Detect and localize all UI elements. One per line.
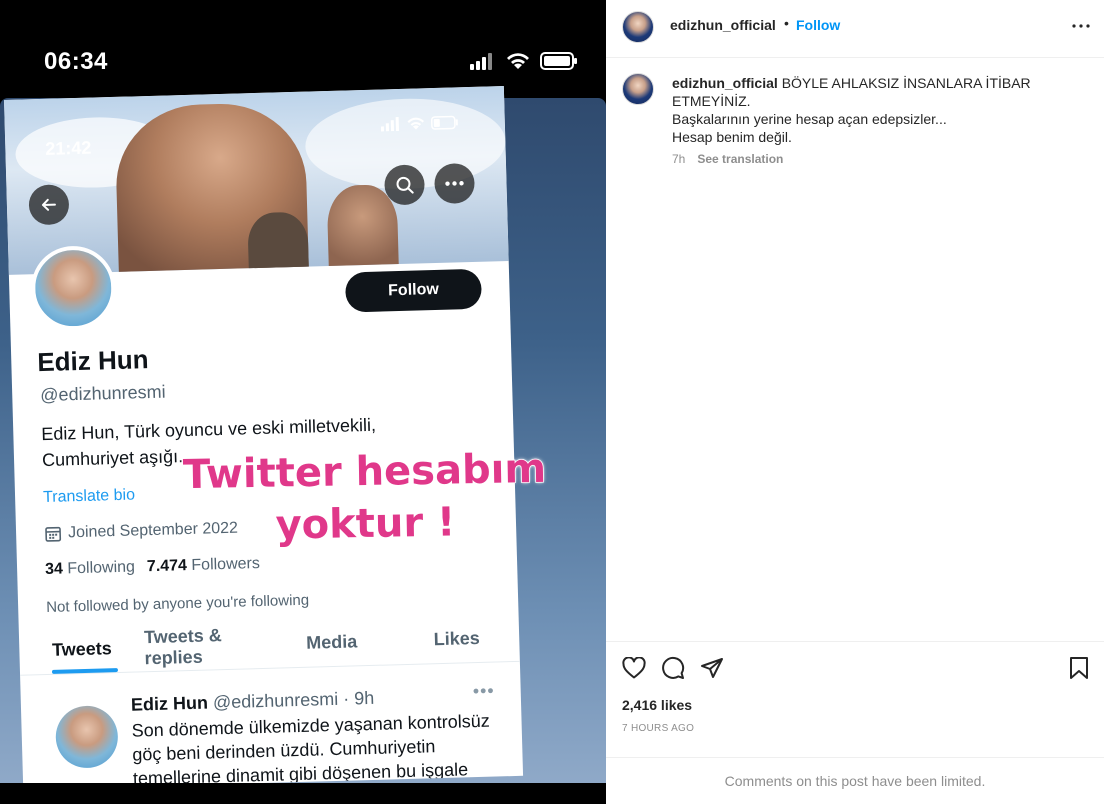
tw-search-button[interactable]	[383, 164, 426, 206]
follow-button[interactable]: Follow	[796, 17, 840, 33]
tw-follow-stats: 34 Following 7.474 Followers	[45, 555, 260, 579]
tw-not-followed-note: Not followed by anyone you're following	[45, 591, 310, 617]
tw-translate-bio-link[interactable]: Translate bio	[43, 486, 135, 507]
search-icon	[396, 176, 414, 194]
phone-status-bar: 06:34	[0, 0, 606, 98]
battery-icon	[540, 52, 577, 70]
caption-author-avatar[interactable]	[622, 73, 654, 105]
tw-followers-label: Followers	[191, 555, 261, 574]
back-button[interactable]	[28, 184, 70, 226]
overlay-line-2: yoktur !	[274, 499, 456, 550]
wifi-icon	[407, 117, 425, 130]
caption-meta: 7h See translation	[672, 152, 783, 166]
more-options-button[interactable]	[1068, 14, 1094, 38]
tw-tweet-meta: @edizhunresmi · 9h	[212, 687, 375, 713]
tw-followers-link[interactable]: 7.474 Followers	[147, 555, 260, 576]
story-overlay-text: Twitter hesabım yoktur !	[179, 443, 551, 553]
more-icon	[1072, 24, 1090, 28]
tw-profile-avatar	[30, 244, 117, 332]
tw-tweet-header: Ediz Hun @edizhunresmi · 9h	[131, 688, 375, 716]
bookmark-icon	[1070, 657, 1088, 679]
tw-status-time: 21:42	[45, 137, 92, 159]
signal-icon	[470, 53, 492, 70]
tab-media[interactable]: Media	[269, 617, 395, 667]
author-username[interactable]: edizhun_official	[670, 17, 776, 33]
tw-followers-count: 7.474	[146, 557, 188, 576]
comment-icon	[662, 656, 685, 679]
tab-tweets-replies[interactable]: Tweets & replies	[144, 621, 270, 671]
tw-following-count: 34	[44, 560, 64, 579]
tw-follow-button[interactable]: Follow	[344, 268, 483, 313]
tw-following-label: Following	[67, 558, 136, 578]
instagram-post-view: 06:34 21:42 Follow Ediz Hun @edizhunresm…	[0, 0, 1104, 804]
tw-tweet-avatar	[54, 705, 119, 769]
more-icon	[445, 181, 464, 186]
tw-tweet-text: Son dönemde ülkemizde yaşanan kontrolsüz…	[131, 708, 510, 790]
author-avatar[interactable]	[622, 11, 654, 43]
share-icon	[701, 658, 723, 678]
post-timestamp[interactable]: 7 HOURS AGO	[622, 723, 694, 734]
save-button[interactable]	[1064, 653, 1094, 683]
caption-username[interactable]: edizhun_official	[672, 75, 778, 91]
post-media[interactable]: 06:34 21:42 Follow Ediz Hun @edizhunresm…	[0, 0, 606, 804]
post-header: edizhun_official • Follow	[606, 0, 1104, 58]
tab-likes[interactable]: Likes	[394, 614, 520, 664]
post-sidebar: edizhun_official • Follow edizhun_offici…	[606, 0, 1104, 804]
calendar-icon	[45, 526, 62, 542]
post-caption: edizhun_official BÖYLE AHLAKSIZ İNSANLAR…	[672, 74, 1092, 146]
tw-handle: @edizhunresmi	[39, 381, 166, 406]
like-button[interactable]	[619, 653, 649, 683]
likes-count[interactable]: 2,416 likes	[622, 697, 692, 713]
share-button[interactable]	[697, 653, 727, 683]
tw-following-link[interactable]: 34 Following	[45, 559, 135, 580]
wifi-icon	[507, 53, 529, 69]
tw-more-button[interactable]	[433, 162, 476, 205]
tw-tweet[interactable]: Ediz Hun @edizhunresmi · 9h ••• Son döne…	[36, 674, 513, 790]
media-bottom-bar	[0, 783, 606, 804]
twitter-profile-screenshot: 21:42 Follow Ediz Hun @edizhunresmi Ediz…	[4, 86, 524, 790]
tw-profile-tabs: Tweets Tweets & replies Media Likes	[18, 613, 520, 676]
back-arrow-icon	[41, 198, 56, 211]
overlay-line-1: Twitter hesabım	[182, 445, 547, 499]
tw-display-name: Ediz Hun	[36, 344, 149, 378]
header-separator: •	[784, 15, 789, 31]
caption-age[interactable]: 7h	[672, 152, 685, 166]
tw-tweet-more-icon[interactable]: •••	[473, 681, 495, 703]
post-actions: 2,416 likes 7 HOURS AGO	[606, 641, 1104, 757]
caption-line-3: Hesap benim değil.	[672, 129, 792, 145]
heart-icon	[622, 657, 646, 679]
comments-limited-notice: Comments on this post have been limited.	[606, 757, 1104, 804]
comment-button[interactable]	[658, 653, 688, 683]
tw-status-icons	[380, 115, 459, 132]
signal-icon	[380, 116, 400, 132]
phone-time: 06:34	[44, 48, 108, 75]
caption-line-2: Başkalarının yerine hesap açan edepsizle…	[672, 111, 947, 127]
phone-status-icons	[470, 52, 578, 70]
battery-icon	[430, 115, 458, 130]
tab-tweets[interactable]: Tweets	[19, 624, 145, 674]
see-translation-link[interactable]: See translation	[697, 152, 783, 166]
tw-tweet-author: Ediz Hun	[130, 692, 209, 715]
